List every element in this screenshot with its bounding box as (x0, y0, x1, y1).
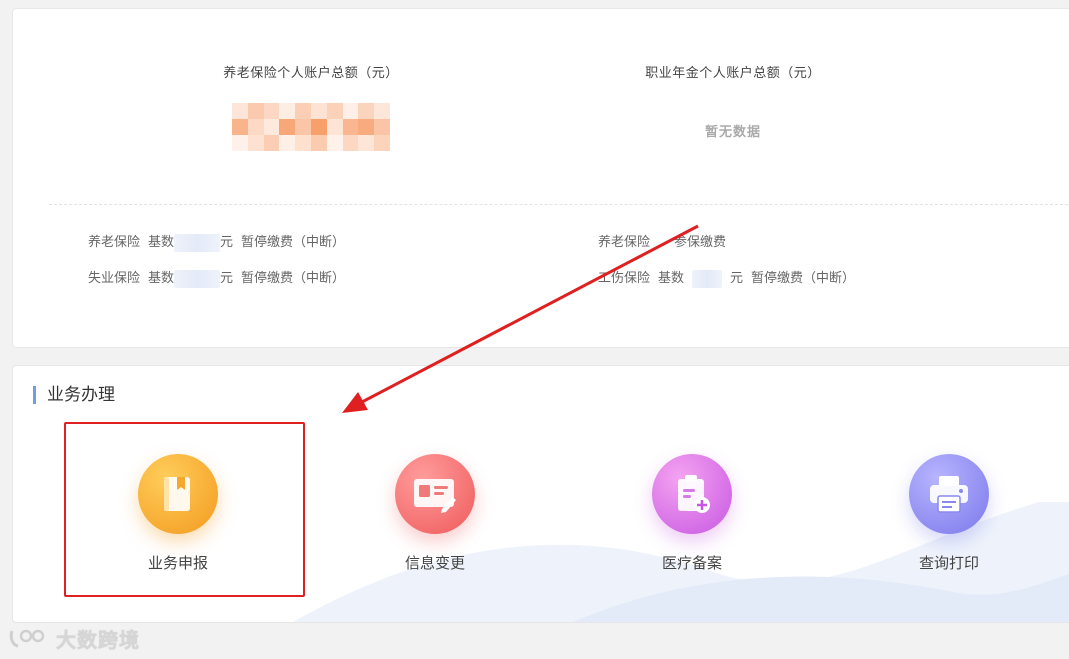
tile-label: 查询打印 (918, 555, 979, 572)
injury-insurance-row: 工伤保险 基数 元暂停缴费（中断） (598, 267, 855, 288)
annuity-total-label: 职业年金个人账户总额（元） (645, 65, 821, 80)
pension-status: 暂停缴费（中断） (241, 234, 346, 249)
injury-base-unit: 元 (730, 270, 744, 285)
printer-icon (909, 454, 989, 534)
page: 养老保险个人账户总额（元） 职业年金个人账户总额（元） 暂无数据 养老保险 基数元… (0, 0, 1069, 659)
summary-divider (49, 204, 1069, 205)
unemployment-base-label: 基数 (148, 270, 175, 285)
tile-info-change[interactable]: 信息变更 (345, 454, 525, 573)
pension-total-value-redacted (232, 103, 390, 151)
watermark-text: 大数跨境 (56, 629, 140, 652)
id-card-edit-icon (395, 454, 475, 534)
pension-base-label: 基数 (148, 234, 175, 249)
pension-right-name: 养老保险 (598, 234, 651, 249)
annuity-total-value: 暂无数据 (704, 124, 761, 139)
highlight-box (64, 422, 305, 597)
tile-label: 医疗备案 (661, 555, 722, 572)
business-section-title: 业务办理 (33, 386, 115, 404)
pension-insurance-name: 养老保险 (88, 234, 141, 249)
tile-medical-filing[interactable]: 医疗备案 (602, 454, 782, 573)
unemployment-base-redacted (174, 269, 221, 288)
clipboard-medical-icon (652, 454, 732, 534)
unemployment-status: 暂停缴费（中断） (241, 270, 346, 285)
annuity-total: 职业年金个人账户总额（元） 暂无数据 (583, 62, 883, 140)
injury-base-label: 基数 (658, 270, 685, 285)
unemployment-insurance-row: 失业保险 基数 元暂停缴费（中断） (88, 267, 345, 288)
tile-query-print[interactable]: 查询打印 (859, 454, 1039, 573)
watermark-logo-icon (9, 629, 45, 648)
watermark: 大数跨境 (8, 624, 140, 652)
tile-label: 信息变更 (404, 555, 465, 572)
injury-base-redacted (692, 269, 723, 288)
unemployment-base-unit: 元 (220, 270, 234, 285)
pension-total-label: 养老保险个人账户总额（元） (223, 65, 399, 80)
injury-insurance-name: 工伤保险 (598, 270, 651, 285)
pension-base-unit: 元 (220, 234, 234, 249)
injury-status: 暂停缴费（中断） (751, 270, 856, 285)
pension-total: 养老保险个人账户总额（元） (161, 62, 461, 151)
pension-base-redacted (174, 233, 221, 252)
pension-insurance-row: 养老保险 基数 元暂停缴费（中断） (88, 231, 345, 252)
unemployment-insurance-name: 失业保险 (88, 270, 141, 285)
pension-insurance-right-row: 养老保险 参保缴费 (598, 231, 726, 250)
pension-right-status: 参保缴费 (674, 234, 727, 249)
account-summary-card: 养老保险个人账户总额（元） 职业年金个人账户总额（元） 暂无数据 养老保险 基数元… (12, 8, 1069, 348)
